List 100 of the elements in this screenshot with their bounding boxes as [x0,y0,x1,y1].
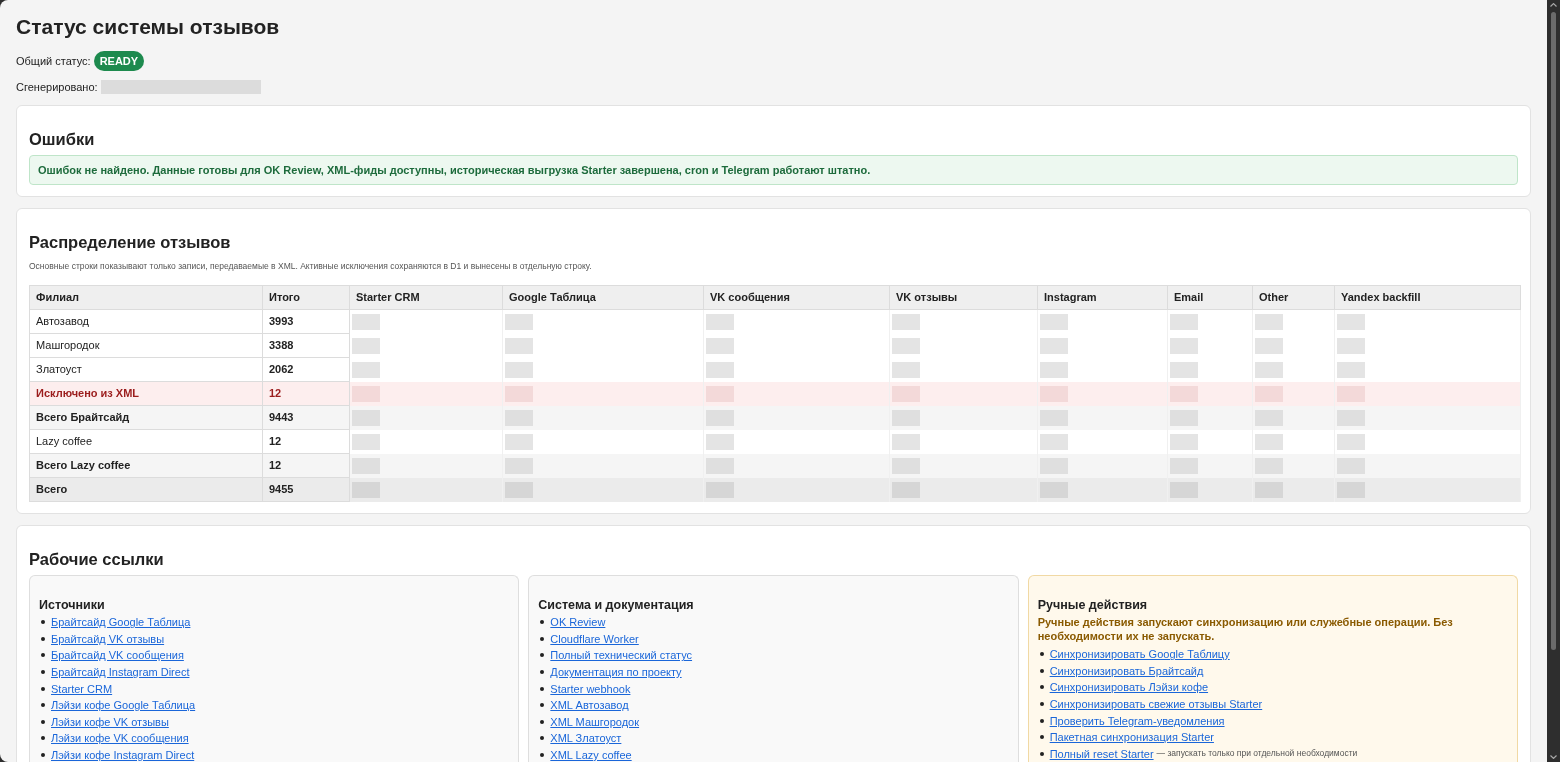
pixelated-value [352,361,380,378]
column-header: Other [1252,285,1335,310]
bullet-icon [1039,751,1044,756]
table-cell: Исключено из XML [29,381,263,406]
section-title: Рабочие ссылки [29,549,165,570]
column-header: Starter CRM [349,285,503,310]
link[interactable]: XML Lazy coffee [550,748,632,762]
pixelated-value [706,433,734,450]
pixelated-value [1170,313,1198,330]
section-title: Распределение отзывов [29,232,232,253]
bullet-icon [540,736,545,741]
link[interactable]: Лэйзи кофе VK отзывы [51,714,169,729]
generated-label: Сгенерировано: [16,79,98,95]
bullet-icon [540,719,545,724]
table-cell: 3388 [262,333,350,358]
link[interactable]: XML Златоуст [550,731,622,746]
link[interactable]: Брайтсайд VK сообщения [51,648,184,663]
link[interactable]: Синхронизировать Google Таблицу [1049,647,1230,662]
link[interactable]: Полный reset Starter [1049,746,1154,761]
column-header: Итого [262,285,350,310]
link[interactable]: Брайтсайд VK отзывы [51,631,165,646]
pixelated-value [1040,337,1068,354]
column-header: Email [1167,285,1253,310]
link[interactable]: Синхронизировать свежие отзывы Starter [1049,697,1263,712]
pixelated-value [1255,313,1283,330]
pixelated-value [1040,361,1068,378]
page-title: Статус системы отзывов [16,14,280,40]
bullet-icon [1039,702,1044,707]
table-cell: 12 [262,381,350,406]
link[interactable]: XML Машгородок [550,714,640,729]
link[interactable]: Cloudflare Worker [550,631,639,646]
link[interactable]: Документация по проекту [550,665,682,680]
pixelated-value [706,337,734,354]
pixelated-value [1170,337,1198,354]
pixelated-value [892,337,920,354]
bullet-icon [540,620,545,625]
table-cell: Lazy coffee [29,429,263,454]
status-badge: READY [93,51,145,71]
pixelated-value [1255,337,1283,354]
pixelated-value [706,313,734,330]
pixelated-value [892,433,920,450]
pixelated-value [1337,433,1365,450]
bullet-icon [1039,718,1044,723]
link[interactable]: Полный технический статус [550,648,693,663]
bullet-icon [540,703,545,708]
pixelated-value [1040,433,1068,450]
pixelated-value [352,337,380,354]
bullet-icon [41,653,45,658]
link[interactable]: OK Review [550,615,606,630]
pixelated-value [352,433,380,450]
scroll-down-icon[interactable] [1550,755,1557,759]
bullet-icon [540,653,545,658]
table-cell: 12 [262,453,350,478]
bullet-icon [41,620,45,625]
pixelated-value [1337,313,1365,330]
column-header: Google Таблица [502,285,704,310]
link[interactable]: XML Автозавод [550,698,629,713]
pixelated-value [1170,361,1198,378]
bullet-icon [1039,668,1044,673]
table-cell: Всего Брайтсайд [29,405,263,430]
pixelated-value [505,433,533,450]
bullet-icon [1039,735,1044,740]
bullet-icon [41,636,45,641]
link[interactable]: Синхронизировать Лэйзи кофе [1049,680,1209,695]
table-cell: 9455 [262,477,350,502]
status-label: Общий статус: [16,53,91,69]
pixelated-value [1337,337,1365,354]
pixelated-value [505,313,533,330]
pixelated-value [1255,433,1283,450]
bullet-icon [540,753,545,758]
scrollbar-thumb[interactable] [1551,12,1556,650]
success-message: Ошибок не найдено. Данные готовы для OK Review, XML-фиды доступны, историческая выгрузка Starter завершена, cron и Telegram работают штатно. [29,155,1518,185]
link[interactable]: Пакетная синхронизация Starter [1049,730,1214,745]
pixelated-value [892,313,920,330]
pixelated-value [706,361,734,378]
link[interactable]: Брайтсайд Google Таблица [51,615,191,630]
column-header: Yandex backfill [1334,285,1521,310]
table-cell: 12 [262,429,350,454]
bullet-icon [41,753,45,758]
link[interactable]: Лэйзи кофе VK сообщения [51,731,189,746]
panel-title: Система и документация [538,597,695,613]
link[interactable]: Синхронизировать Брайтсайд [1049,663,1204,678]
link[interactable]: Starter webhook [550,681,631,696]
link[interactable]: Лэйзи кофе Instagram Direct [51,748,195,762]
bullet-icon [540,670,545,675]
pixelated-value [505,361,533,378]
table-cell: 2062 [262,357,350,382]
bullet-icon [41,686,45,691]
link[interactable]: Брайтсайд Instagram Direct [51,665,190,680]
panel-title: Ручные действия [1037,597,1149,613]
warning-text: Ручные действия запускают синхронизацию или служебные операции. Без необходимости их не запускать. [1037,615,1454,643]
panel-title: Источники [39,597,106,613]
table-cell: Машгородок [29,333,263,358]
scroll-up-icon[interactable] [1550,3,1557,7]
link[interactable]: Лэйзи кофе Google Таблица [51,698,196,713]
link[interactable]: Starter CRM [51,681,113,696]
bullet-icon [1039,685,1044,690]
column-header: Instagram [1037,285,1168,310]
bullet-icon [540,636,545,641]
link[interactable]: Проверить Telegram-уведомления [1049,713,1225,728]
